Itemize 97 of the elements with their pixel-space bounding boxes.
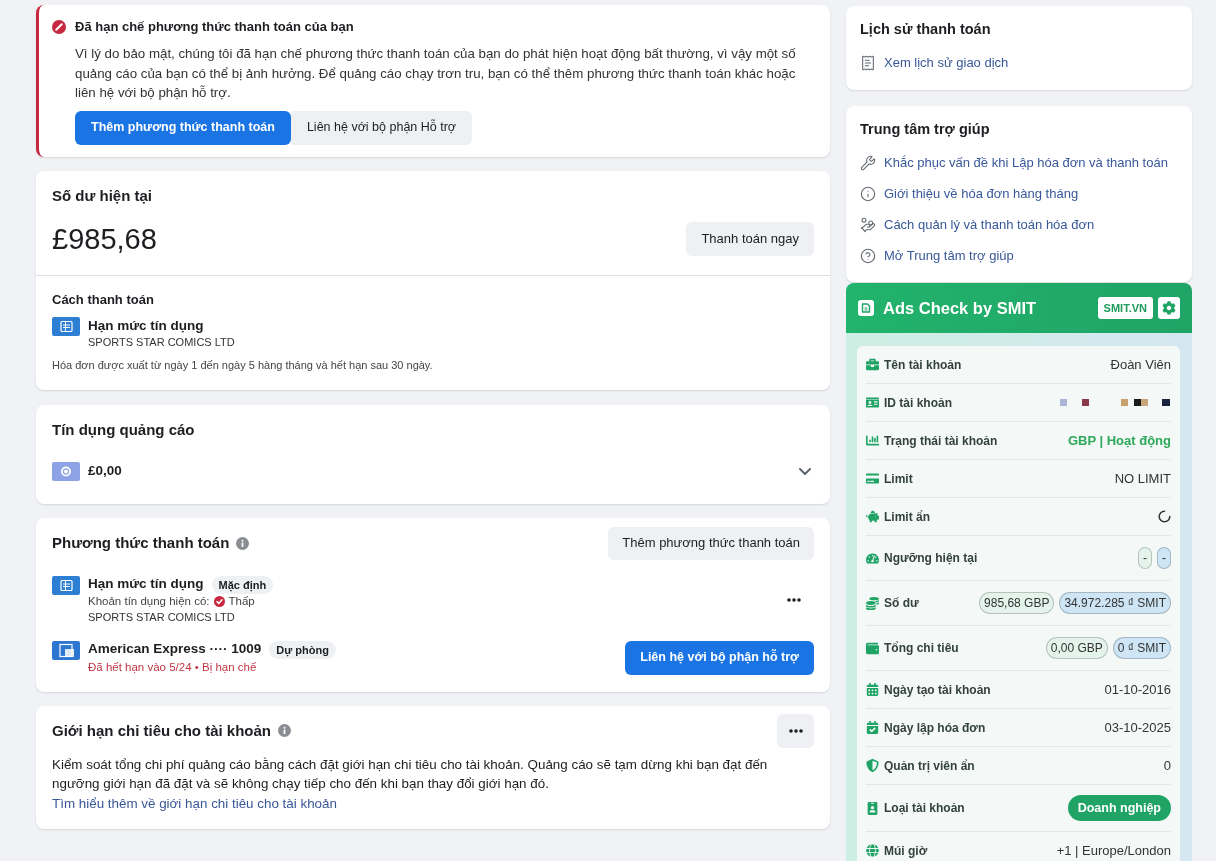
account-type-badge: Doanh nghiệp <box>1067 795 1171 821</box>
help-link[interactable]: Cách quản lý và thanh toán hóa đơn <box>860 216 1184 234</box>
info-icon <box>278 724 292 737</box>
value-pill: 0,00 GBP <box>1045 637 1108 659</box>
field-label: ID tài khoản <box>884 394 953 412</box>
add-payment-method-button[interactable]: Thêm phương thức thanh toán <box>608 526 814 560</box>
field-label: Tổng chi tiêu <box>884 640 960 657</box>
section-title: Cách thanh toán <box>52 290 155 308</box>
more-icon <box>788 728 803 733</box>
contact-support-button[interactable]: Liên hệ với bộ phận hỗ trợ <box>625 640 814 675</box>
alert-message: Vì lý do bảo mật, chúng tôi đã hạn chế phương thức thanh toán của bạn do phát hiện hoạt động bất thường, vì vậy một số quảng cáo của bạn có thể bị ảnh hưởng. Để quảng cáo chạy trơn tru, bạn có thể thêm phương thức thanh toán khác hoặc liên hệ với bộ phận hỗ trợ. <box>75 45 797 102</box>
field-label: Quản trị viên ẩn <box>884 757 976 775</box>
blocked-icon <box>52 19 66 34</box>
info-icon <box>236 536 250 550</box>
coin-icon <box>52 462 80 481</box>
value-pill: - <box>1157 547 1171 569</box>
transaction-history-link[interactable]: Xem lịch sử giao dịch <box>860 54 1178 72</box>
field-label: Trạng thái tài khoản <box>884 432 999 450</box>
globe-icon <box>866 844 879 857</box>
website-link[interactable]: SMIT.VN <box>1097 297 1153 319</box>
card-title: Lịch sử thanh toán <box>860 20 992 39</box>
document-icon <box>858 300 874 316</box>
credit-detail-label: Khoản tín dụng hiện có: <box>88 593 210 609</box>
help-link[interactable]: Mở Trung tâm trợ giúp <box>860 247 1184 265</box>
field-label: Limit ẩn <box>884 508 931 526</box>
credit-detail-value: Thấp <box>228 593 255 609</box>
status-value: GBP | Hoạt động <box>1067 431 1171 450</box>
contact-support-button[interactable]: Liên hệ với bộ phận Hỗ trợ <box>290 110 473 145</box>
card-title: Trung tâm trợ giúp <box>860 120 991 139</box>
card-title: Phương thức thanh toán <box>52 533 230 553</box>
value-pill: 0 ₫ SMIT <box>1112 637 1171 659</box>
field-label: Ngày tạo tài khoản <box>884 681 992 699</box>
coins-icon <box>866 596 879 610</box>
credit-amount: £0,00 <box>88 462 123 481</box>
card-list-icon <box>52 575 80 595</box>
field-label: Ngưỡng hiện tại <box>884 550 979 567</box>
info-icon <box>860 186 876 202</box>
more-button[interactable] <box>777 713 814 748</box>
id-badge-icon <box>866 801 879 815</box>
more-icon[interactable] <box>787 598 801 602</box>
field-value: NO LIMIT <box>1114 469 1171 488</box>
field-value: Đoàn Viên <box>1110 355 1171 374</box>
card-title: Tín dụng quảng cáo <box>52 419 196 440</box>
value-pill: - <box>1138 547 1152 569</box>
learn-more-link[interactable]: Tìm hiểu thêm về giới hạn chi tiêu cho tài khoản <box>52 795 337 811</box>
wallet-icon <box>866 641 879 655</box>
field-label: Tên tài khoản <box>884 356 963 374</box>
value-pill: 985,68 GBP <box>979 592 1055 614</box>
wrench-icon <box>860 155 876 171</box>
card-title: Giới hạn chi tiêu cho tài khoản <box>52 720 272 741</box>
briefcase-icon <box>866 358 879 371</box>
settings-icon <box>1162 301 1176 315</box>
field-value: 0 <box>1163 756 1171 775</box>
balance-amount: £985,68 <box>52 221 157 256</box>
help-icon <box>860 248 876 264</box>
field-label: Số dư <box>884 595 920 612</box>
field-label: Limit <box>884 470 914 488</box>
panel-title: Ads Check by SMIT <box>883 297 1038 319</box>
method-name: American Express ···· 1009 <box>88 640 262 659</box>
help-link[interactable]: Giới thiệu về hóa đơn hàng tháng <box>860 185 1184 203</box>
bar-chart-icon <box>866 434 879 447</box>
card-title: Số dư hiện tại <box>52 185 154 206</box>
card-list-icon <box>52 316 80 336</box>
calendar-check-icon <box>866 721 879 734</box>
settings-button[interactable] <box>1158 297 1180 319</box>
field-label: Ngày lập hóa đơn <box>884 719 987 737</box>
company-name: SPORTS STAR COMICS LTD <box>88 334 235 349</box>
check-circle-icon <box>213 596 225 607</box>
add-payment-method-button[interactable]: Thêm phương thức thanh toán <box>75 110 291 145</box>
billing-note: Hóa đơn được xuất từ ngày 1 đến ngày 5 hàng tháng và hết hạn sau 30 ngày. <box>52 357 434 372</box>
method-badge: Dự phòng <box>269 640 336 659</box>
chevron-down-icon[interactable] <box>799 468 811 475</box>
card-icon <box>866 472 879 485</box>
value-pill: 34.972.285 ₫ SMIT <box>1059 592 1171 614</box>
card-status: Đã hết hạn vào 5/24 • Bị hạn chế <box>88 659 258 675</box>
hand-coins-icon <box>860 217 876 233</box>
piggy-bank-icon <box>866 510 879 523</box>
company-name: SPORTS STAR COMICS LTD <box>88 609 236 625</box>
calendar-icon <box>866 683 879 696</box>
alert-title: Đã hạn chế phương thức thanh toán của bạn <box>75 18 354 35</box>
receipt-icon <box>860 55 876 71</box>
field-label: Loại tài khoản <box>884 800 966 817</box>
shield-icon <box>866 759 879 772</box>
pay-now-button[interactable]: Thanh toán ngay <box>686 221 814 256</box>
method-name: Hạn mức tín dụng <box>88 316 205 335</box>
field-label: Múi giờ <box>884 842 929 860</box>
spinner-icon <box>1158 510 1171 523</box>
bank-card-icon <box>52 640 80 660</box>
method-name: Hạn mức tín dụng <box>88 575 204 594</box>
id-card-icon <box>866 396 879 409</box>
gauge-icon <box>866 551 879 565</box>
field-value: +1 | Europe/London <box>1056 841 1171 860</box>
help-link[interactable]: Khắc phục vấn đề khi Lập hóa đơn và thanh toán <box>860 154 1184 172</box>
spending-limit-description: Kiểm soát tổng chi phí quảng cáo bằng cách đặt giới hạn chi tiêu cho tài khoản. Quảng cáo sẽ tạm dừng khi bạn đạt đến ngưỡng giới hạn đã đặt và sẽ không chạy tiếp cho đến khi bạn thay đổi giới hạn đó. Tìm hiểu thêm về giới hạn chi tiêu cho tài khoản <box>52 755 769 813</box>
method-badge: Mặc định <box>211 575 274 594</box>
field-value: 01-10-2016 <box>1104 680 1171 699</box>
field-value: 03-10-2025 <box>1104 718 1171 737</box>
